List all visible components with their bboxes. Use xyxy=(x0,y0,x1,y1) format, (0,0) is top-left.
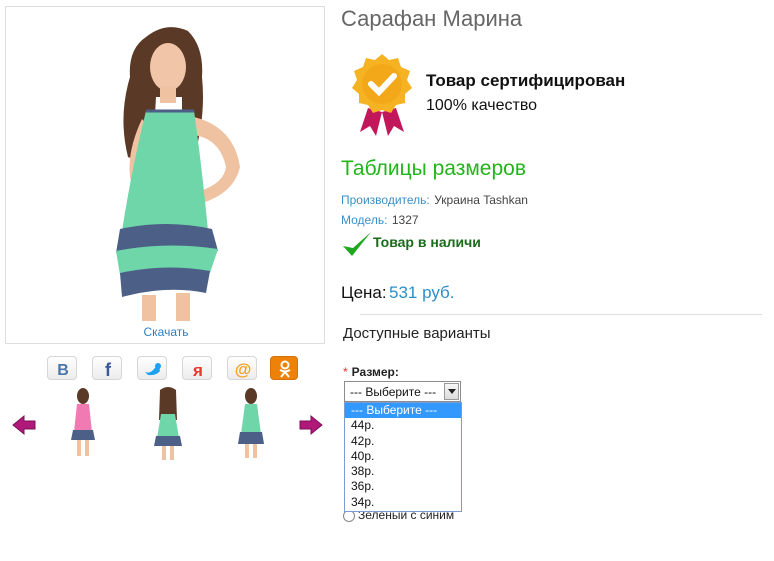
twitter-icon xyxy=(145,363,161,376)
product-title: Сарафан Марина xyxy=(341,6,523,31)
checkmark-icon xyxy=(341,230,373,258)
svg-text:f: f xyxy=(105,360,112,380)
size-dropdown-list[interactable]: --- Выберите --- 44р. 42р. 40р. 38р. 36р… xyxy=(344,402,462,512)
girl-in-sundress-image xyxy=(116,27,240,321)
share-facebook-button[interactable]: f xyxy=(92,356,122,380)
moimir-icon: я xyxy=(192,361,203,380)
required-mark: * xyxy=(343,365,348,379)
divider xyxy=(360,314,762,315)
certificate-subtitle: 100% качество xyxy=(426,97,538,114)
size-label-text: Размер: xyxy=(351,365,399,379)
manufacturer-value: Украина Tashkan xyxy=(434,193,528,207)
price-label: Цена: xyxy=(341,283,387,302)
share-vk-button[interactable]: B xyxy=(47,356,77,380)
manufacturer-row: Производитель: Украина Tashkan xyxy=(341,191,528,209)
svg-text:я: я xyxy=(192,361,203,380)
thumbnail-image xyxy=(154,387,182,460)
stock-status: Товар в наличи xyxy=(373,234,481,250)
variants-title: Доступные варианты xyxy=(343,325,491,342)
svg-text:@: @ xyxy=(235,360,252,379)
thumbnail-image xyxy=(71,388,95,456)
chevron-down-icon xyxy=(448,389,456,394)
odnoklassniki-icon xyxy=(279,360,291,378)
price-value: 531 руб. xyxy=(389,283,455,302)
main-product-image[interactable]: Скачать xyxy=(5,6,325,344)
size-label: * Размер: xyxy=(343,365,399,379)
dropdown-button[interactable] xyxy=(444,383,459,400)
model-label: Модель: xyxy=(341,213,388,227)
carousel-next-arrow[interactable] xyxy=(298,414,324,436)
size-option[interactable]: --- Выберите --- xyxy=(345,403,461,419)
size-select[interactable]: --- Выберите --- xyxy=(344,381,461,402)
thumbnail-3[interactable] xyxy=(228,384,274,464)
manufacturer-label[interactable]: Производитель: xyxy=(341,193,430,207)
certificate-badge-icon xyxy=(350,52,414,138)
size-option[interactable]: 42р. xyxy=(345,434,461,449)
thumbnail-image xyxy=(238,388,264,458)
carousel-prev-arrow[interactable] xyxy=(11,414,37,436)
mail-at-icon: @ xyxy=(235,360,252,379)
thumbnail-2[interactable] xyxy=(145,384,191,464)
share-moimir-button[interactable]: я xyxy=(182,356,212,380)
size-option[interactable]: 38р. xyxy=(345,464,461,479)
size-option[interactable]: 40р. xyxy=(345,449,461,464)
thumbnail-1[interactable] xyxy=(60,384,106,464)
size-option[interactable]: 36р. xyxy=(345,479,461,494)
share-odnoklassniki-button[interactable] xyxy=(270,356,298,380)
model-row: Модель: 1327 xyxy=(341,211,419,229)
size-select-value: --- Выберите --- xyxy=(350,385,437,399)
arrow-left-icon xyxy=(12,414,36,436)
size-table-link[interactable]: Таблицы размеров xyxy=(341,157,526,181)
download-link[interactable]: Скачать xyxy=(6,325,326,339)
model-value: 1327 xyxy=(391,213,419,227)
size-option[interactable]: 44р. xyxy=(345,418,461,433)
certificate-title: Товар сертифицирован xyxy=(426,71,626,90)
share-twitter-button[interactable] xyxy=(137,356,167,380)
vk-icon: B xyxy=(57,362,69,379)
svg-text:B: B xyxy=(57,362,69,379)
arrow-right-icon xyxy=(299,414,323,436)
size-option[interactable]: 34р. xyxy=(345,495,461,510)
share-mail-button[interactable]: @ xyxy=(227,356,257,380)
facebook-icon: f xyxy=(105,360,112,380)
